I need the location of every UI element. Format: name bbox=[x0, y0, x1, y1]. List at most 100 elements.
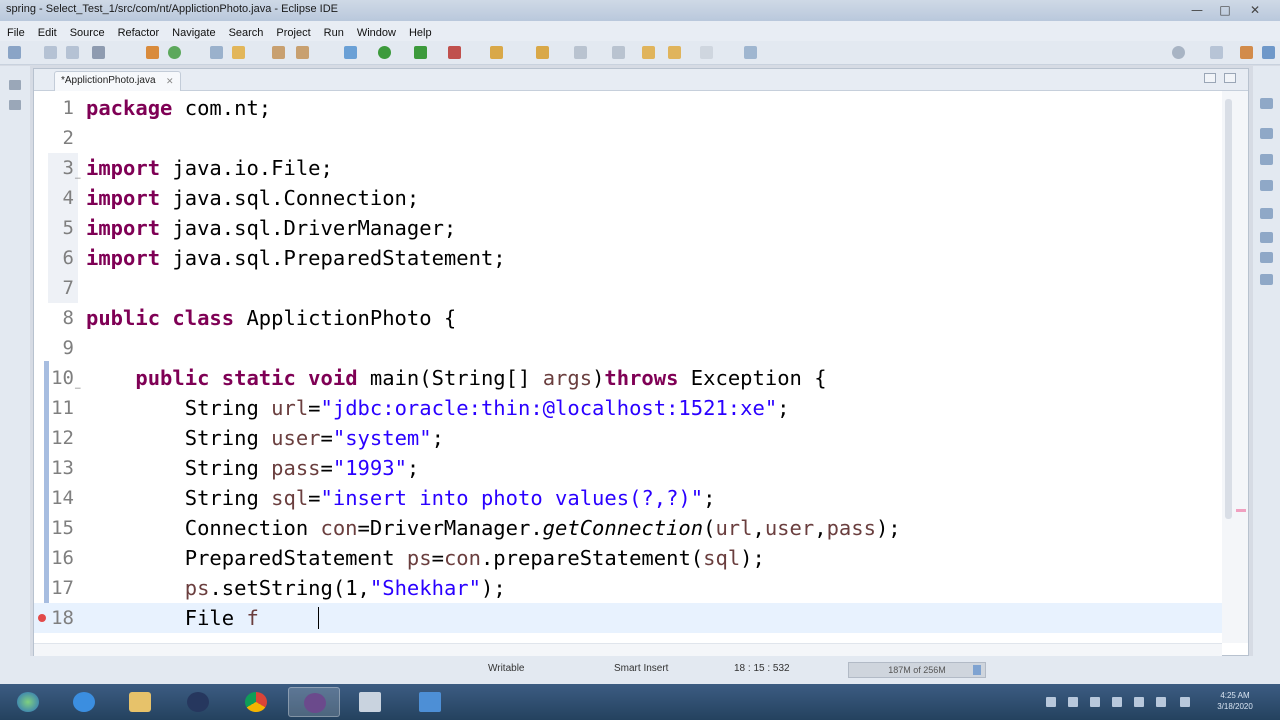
build-icon[interactable] bbox=[146, 46, 159, 59]
debug-perspective-icon[interactable] bbox=[1262, 46, 1275, 59]
overview-error-marker[interactable] bbox=[1236, 509, 1246, 512]
code-text[interactable]: Connection con=DriverManager.getConnecti… bbox=[86, 513, 901, 543]
taskbar-chrome[interactable] bbox=[230, 687, 282, 717]
open-perspective-icon[interactable] bbox=[1210, 46, 1223, 59]
menu-project[interactable]: Project bbox=[269, 24, 316, 39]
language-icon[interactable] bbox=[1180, 697, 1190, 707]
code-line[interactable]: 16 PreparedStatement ps=con.prepareState… bbox=[34, 543, 1222, 573]
pin-editor-icon[interactable] bbox=[744, 46, 757, 59]
package-icon[interactable] bbox=[272, 46, 285, 59]
network-icon[interactable] bbox=[1134, 697, 1144, 707]
code-line[interactable]: 7 bbox=[34, 273, 1222, 303]
menu-window[interactable]: Window bbox=[350, 24, 402, 39]
external-tools-icon[interactable] bbox=[448, 46, 461, 59]
code-line[interactable]: 4 import java.sql.Connection; bbox=[34, 183, 1222, 213]
code-text[interactable]: public class ApplictionPhoto { bbox=[86, 303, 456, 333]
code-text[interactable]: package com.nt; bbox=[86, 93, 271, 123]
code-text[interactable]: import java.sql.DriverManager; bbox=[86, 213, 456, 243]
quick-access-search-icon[interactable] bbox=[1172, 46, 1185, 59]
debug-icon[interactable] bbox=[168, 46, 181, 59]
heap-status[interactable]: 187M of 256M bbox=[848, 662, 986, 678]
code-line[interactable]: 9 bbox=[34, 333, 1222, 363]
taskbar-ie[interactable] bbox=[58, 687, 110, 717]
code-line[interactable]: 18 File f bbox=[34, 603, 1222, 633]
new-java-project-icon[interactable] bbox=[490, 46, 503, 59]
code-text[interactable]: String user="system"; bbox=[86, 423, 444, 453]
close-window-button[interactable]: ✕ bbox=[1244, 2, 1266, 18]
menu-source[interactable]: Source bbox=[63, 24, 111, 39]
code-line[interactable]: 2 bbox=[34, 123, 1222, 153]
bluetooth-icon[interactable] bbox=[1068, 697, 1078, 707]
menu-edit[interactable]: Edit bbox=[31, 24, 63, 39]
taskbar-explorer[interactable] bbox=[114, 687, 166, 717]
menu-search[interactable]: Search bbox=[222, 24, 270, 39]
menu-run[interactable]: Run bbox=[317, 24, 350, 39]
battery-icon[interactable] bbox=[1090, 697, 1100, 707]
search-view-icon[interactable] bbox=[1260, 274, 1273, 285]
error-marker-icon[interactable] bbox=[38, 614, 46, 622]
horizontal-scrollbar[interactable] bbox=[34, 643, 1222, 656]
restore-right-icon[interactable] bbox=[1260, 98, 1273, 109]
console-icon[interactable] bbox=[1260, 252, 1273, 263]
taskbar-media[interactable] bbox=[172, 687, 224, 717]
code-text[interactable]: String sql="insert into photo values(?,?… bbox=[86, 483, 716, 513]
scrollbar-thumb[interactable] bbox=[1225, 99, 1232, 519]
code-line[interactable]: 5 import java.sql.DriverManager; bbox=[34, 213, 1222, 243]
back-icon[interactable] bbox=[668, 46, 681, 59]
javadoc-icon[interactable] bbox=[1260, 208, 1273, 219]
run-icon[interactable] bbox=[378, 46, 391, 59]
code-text[interactable]: import java.sql.Connection; bbox=[86, 183, 419, 213]
skip-breakpoints-icon[interactable] bbox=[210, 46, 223, 59]
maximize-button[interactable]: □ bbox=[1214, 2, 1236, 18]
code-text[interactable]: PreparedStatement ps=con.prepareStatemen… bbox=[86, 543, 765, 573]
class-icon[interactable] bbox=[296, 46, 309, 59]
code-line[interactable]: 13 String pass="1993"; bbox=[34, 453, 1222, 483]
task-list-icon[interactable] bbox=[1260, 154, 1273, 165]
package-explorer-icon[interactable] bbox=[9, 100, 21, 110]
code-editor[interactable]: 1 package com.nt; 2 3− import java.io.File; 4… bbox=[34, 91, 1222, 643]
code-text[interactable]: import java.sql.PreparedStatement; bbox=[86, 243, 506, 273]
code-line[interactable]: 3− import java.io.File; bbox=[34, 153, 1222, 184]
tray-show-hidden-icon[interactable] bbox=[1046, 697, 1056, 707]
code-line[interactable]: 10− public static void main(String[] arg… bbox=[34, 363, 1222, 394]
print-icon[interactable] bbox=[92, 46, 105, 59]
code-line[interactable]: 12 String user="system"; bbox=[34, 423, 1222, 453]
forward-icon[interactable] bbox=[700, 46, 713, 59]
vertical-scrollbar[interactable] bbox=[1222, 91, 1248, 643]
restore-icon[interactable] bbox=[9, 80, 21, 90]
coverage-icon[interactable] bbox=[414, 46, 427, 59]
code-text[interactable]: public static void main(String[] args)th… bbox=[86, 363, 826, 393]
problems-icon[interactable] bbox=[1260, 180, 1273, 191]
code-text[interactable]: String pass="1993"; bbox=[86, 453, 420, 483]
search-icon[interactable] bbox=[574, 46, 587, 59]
start-button[interactable] bbox=[2, 687, 54, 717]
garbage-collect-icon[interactable] bbox=[973, 665, 981, 675]
minimize-editor-icon[interactable] bbox=[1204, 73, 1216, 83]
last-edit-icon[interactable] bbox=[642, 46, 655, 59]
code-line[interactable]: 8 public class ApplictionPhoto { bbox=[34, 303, 1222, 333]
new-icon[interactable] bbox=[8, 46, 21, 59]
menu-navigate[interactable]: Navigate bbox=[165, 24, 221, 39]
code-line[interactable]: 6 import java.sql.PreparedStatement; bbox=[34, 243, 1222, 273]
code-line[interactable]: 11 String url="jdbc:oracle:thin:@localho… bbox=[34, 393, 1222, 423]
open-task-icon[interactable] bbox=[536, 46, 549, 59]
code-text[interactable]: import java.io.File; bbox=[86, 153, 333, 183]
tab-appliction-photo[interactable]: *ApplictionPhoto.java ✕ bbox=[54, 71, 181, 91]
save-icon[interactable] bbox=[44, 46, 57, 59]
annotation-icon[interactable] bbox=[612, 46, 625, 59]
menu-refactor[interactable]: Refactor bbox=[111, 24, 166, 39]
code-text[interactable]: File f bbox=[86, 603, 259, 633]
taskbar-window[interactable] bbox=[344, 687, 396, 717]
java-perspective-icon[interactable] bbox=[1240, 46, 1253, 59]
taskbar-clock[interactable]: 4:25 AM 3/18/2020 bbox=[1210, 690, 1260, 712]
code-line[interactable]: 15 Connection con=DriverManager.getConne… bbox=[34, 513, 1222, 543]
close-tab-icon[interactable]: ✕ bbox=[166, 76, 174, 87]
code-line[interactable]: 1 package com.nt; bbox=[34, 93, 1222, 123]
minimize-button[interactable]: — bbox=[1186, 2, 1208, 18]
taskbar-eclipse[interactable] bbox=[288, 687, 340, 717]
code-line[interactable]: 14 String sql="insert into photo values(… bbox=[34, 483, 1222, 513]
code-text[interactable]: String url="jdbc:oracle:thin:@localhost:… bbox=[86, 393, 790, 423]
code-line[interactable]: 17 ps.setString(1,"Shekhar"); bbox=[34, 573, 1222, 603]
taskbar-recorder[interactable] bbox=[404, 687, 456, 717]
save-all-icon[interactable] bbox=[66, 46, 79, 59]
